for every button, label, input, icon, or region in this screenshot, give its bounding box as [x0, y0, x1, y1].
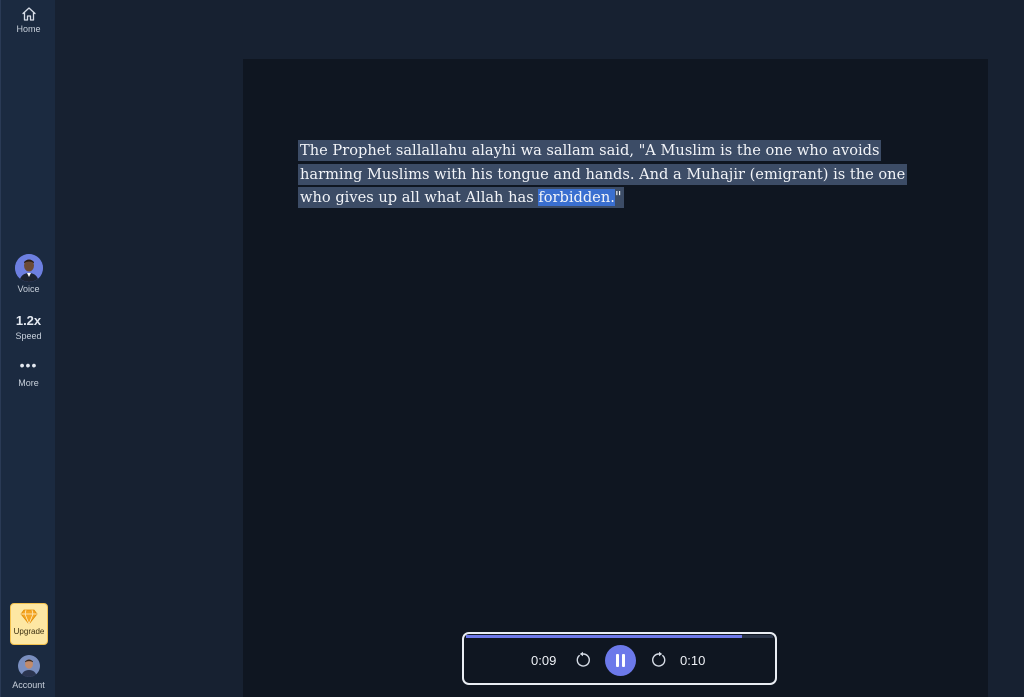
- pause-icon: [622, 654, 625, 667]
- sidebar-item-label: Speed: [15, 331, 42, 341]
- reading-text: The Prophet sallallahu alayhi wa sallam …: [298, 139, 928, 210]
- sidebar-item-account[interactable]: Account: [1, 655, 56, 690]
- current-time: 0:09: [531, 653, 557, 668]
- sidebar-item-label: Voice: [17, 284, 40, 294]
- progress-fill: [466, 635, 743, 638]
- sidebar-item-home[interactable]: Home: [1, 6, 56, 34]
- diamond-icon: [20, 609, 38, 625]
- sidebar-item-label: Home: [16, 24, 41, 34]
- skip-forward-icon[interactable]: [650, 651, 668, 669]
- voice-avatar-icon: [14, 254, 43, 282]
- pause-icon: [616, 654, 619, 667]
- sidebar-item-speed[interactable]: 1.2x Speed: [1, 313, 56, 341]
- upgrade-button[interactable]: Upgrade: [10, 603, 48, 645]
- account-avatar-icon: [17, 655, 40, 677]
- upgrade-label: Upgrade: [13, 627, 45, 636]
- sidebar-item-more[interactable]: ••• More: [1, 358, 56, 388]
- more-icon: •••: [19, 357, 38, 373]
- home-icon: [21, 7, 36, 21]
- app-window: Home Voice 1.2x Speed ••• More Upgrade A…: [0, 0, 1024, 697]
- audio-player: 0:09 0:10: [462, 632, 777, 685]
- reader-panel: The Prophet sallallahu alayhi wa sallam …: [243, 59, 988, 697]
- speed-value: 1.2x: [15, 313, 42, 328]
- current-word: forbidden.: [538, 189, 615, 206]
- pause-button[interactable]: [605, 645, 636, 676]
- sentence-end: ": [614, 189, 622, 206]
- sidebar: Home Voice 1.2x Speed ••• More Upgrade A…: [0, 0, 55, 697]
- skip-back-icon[interactable]: [574, 651, 592, 669]
- progress-bar[interactable]: [466, 635, 773, 638]
- highlighted-sentence[interactable]: The Prophet sallallahu alayhi wa sallam …: [298, 140, 908, 208]
- sidebar-item-label: Account: [12, 680, 45, 690]
- sidebar-item-label: More: [18, 378, 39, 388]
- total-time: 0:10: [680, 653, 706, 668]
- sidebar-item-voice[interactable]: Voice: [1, 254, 56, 294]
